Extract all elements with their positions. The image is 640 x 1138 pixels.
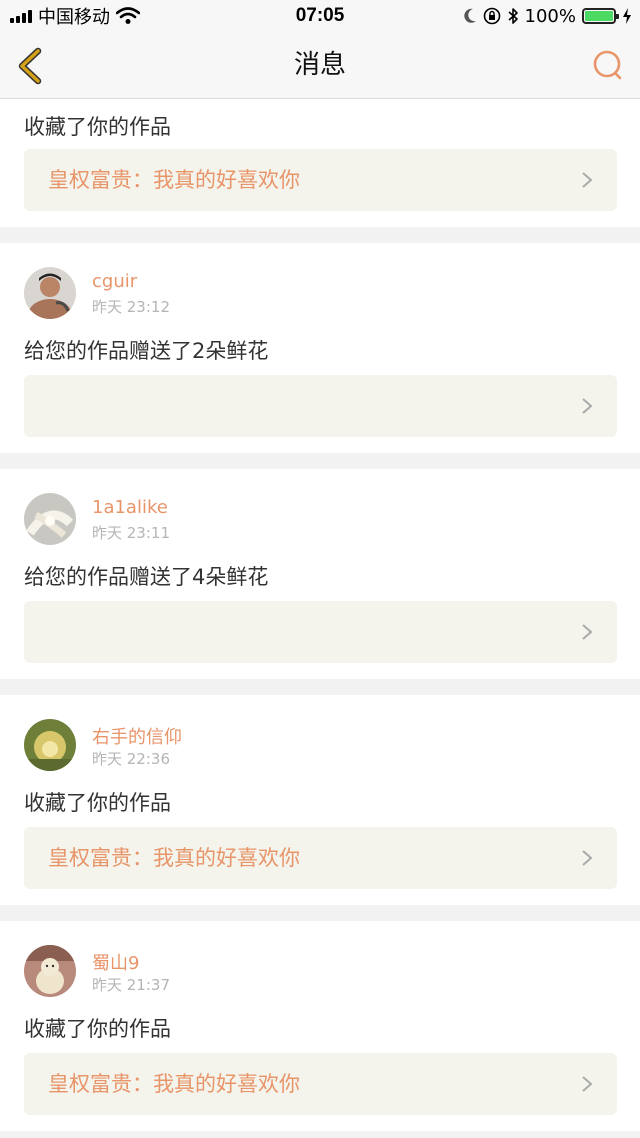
avatar[interactable]	[24, 945, 76, 997]
message-text: 收藏了你的作品	[24, 115, 171, 139]
battery-icon	[582, 8, 619, 24]
username[interactable]: cguir	[92, 271, 137, 292]
moon-icon	[463, 8, 476, 23]
back-arrow-icon	[18, 47, 42, 85]
work-link[interactable]: 皇权富贵：我真的好喜欢你	[24, 1053, 617, 1115]
username[interactable]: 1a1alike	[92, 497, 168, 518]
charging-icon	[623, 8, 631, 24]
signal-icon	[10, 9, 32, 23]
username[interactable]: 右手的信仰	[92, 723, 182, 749]
chevron-right-icon	[582, 850, 593, 866]
timestamp: 昨天 21:37	[92, 976, 170, 994]
navigation-bar: 消息	[0, 32, 640, 99]
work-title: 皇权富贵：我真的好喜欢你	[48, 168, 300, 192]
battery-percent: 100%	[524, 5, 576, 27]
search-icon	[593, 50, 622, 80]
timestamp: 昨天 23:11	[92, 524, 170, 542]
message-text: 给您的作品赠送了4朵鲜花	[24, 565, 269, 589]
work-title: 皇权富贵：我真的好喜欢你	[48, 846, 300, 870]
avatar[interactable]	[24, 493, 76, 545]
chevron-right-icon	[582, 398, 593, 414]
message-text: 收藏了你的作品	[24, 791, 171, 815]
timestamp: 昨天 22:36	[92, 750, 170, 768]
search-button[interactable]	[588, 46, 628, 86]
work-link[interactable]	[24, 601, 617, 663]
work-link[interactable]	[24, 375, 617, 437]
chevron-right-icon	[582, 172, 593, 188]
chevron-right-icon	[582, 624, 593, 640]
message-text: 给您的作品赠送了2朵鲜花	[24, 339, 269, 363]
avatar[interactable]	[24, 267, 76, 319]
work-link[interactable]: 皇权富贵：我真的好喜欢你	[24, 827, 617, 889]
message-text: 收藏了你的作品	[24, 1017, 171, 1041]
wifi-icon	[116, 7, 140, 24]
status-bar: 中国移动 07:05 100%	[0, 0, 640, 32]
timestamp: 昨天 23:12	[92, 298, 170, 316]
message-card: 收藏了你的作品 皇权富贵：我真的好喜欢你	[0, 99, 640, 227]
username[interactable]: 蜀山9	[92, 949, 139, 975]
chevron-right-icon	[582, 1076, 593, 1092]
orientation-lock-icon	[483, 7, 500, 25]
message-card: 蜀山9 昨天 21:37 收藏了你的作品 皇权富贵：我真的好喜欢你	[0, 921, 640, 1131]
page-title: 消息	[293, 50, 346, 80]
message-card: cguir 昨天 23:12 给您的作品赠送了2朵鲜花	[0, 243, 640, 453]
message-list: 收藏了你的作品 皇权富贵：我真的好喜欢你 cguir 昨天 23:12 给您的作…	[0, 99, 640, 1138]
bluetooth-icon	[508, 8, 518, 24]
carrier-label: 中国移动	[38, 7, 110, 28]
message-card: 右手的信仰 昨天 22:36 收藏了你的作品 皇权富贵：我真的好喜欢你	[0, 695, 640, 905]
work-link[interactable]: 皇权富贵：我真的好喜欢你	[24, 149, 617, 211]
back-button[interactable]	[14, 46, 54, 86]
avatar[interactable]	[24, 719, 76, 771]
message-card: 1a1alike 昨天 23:11 给您的作品赠送了4朵鲜花	[0, 469, 640, 679]
work-title: 皇权富贵：我真的好喜欢你	[48, 1072, 300, 1096]
